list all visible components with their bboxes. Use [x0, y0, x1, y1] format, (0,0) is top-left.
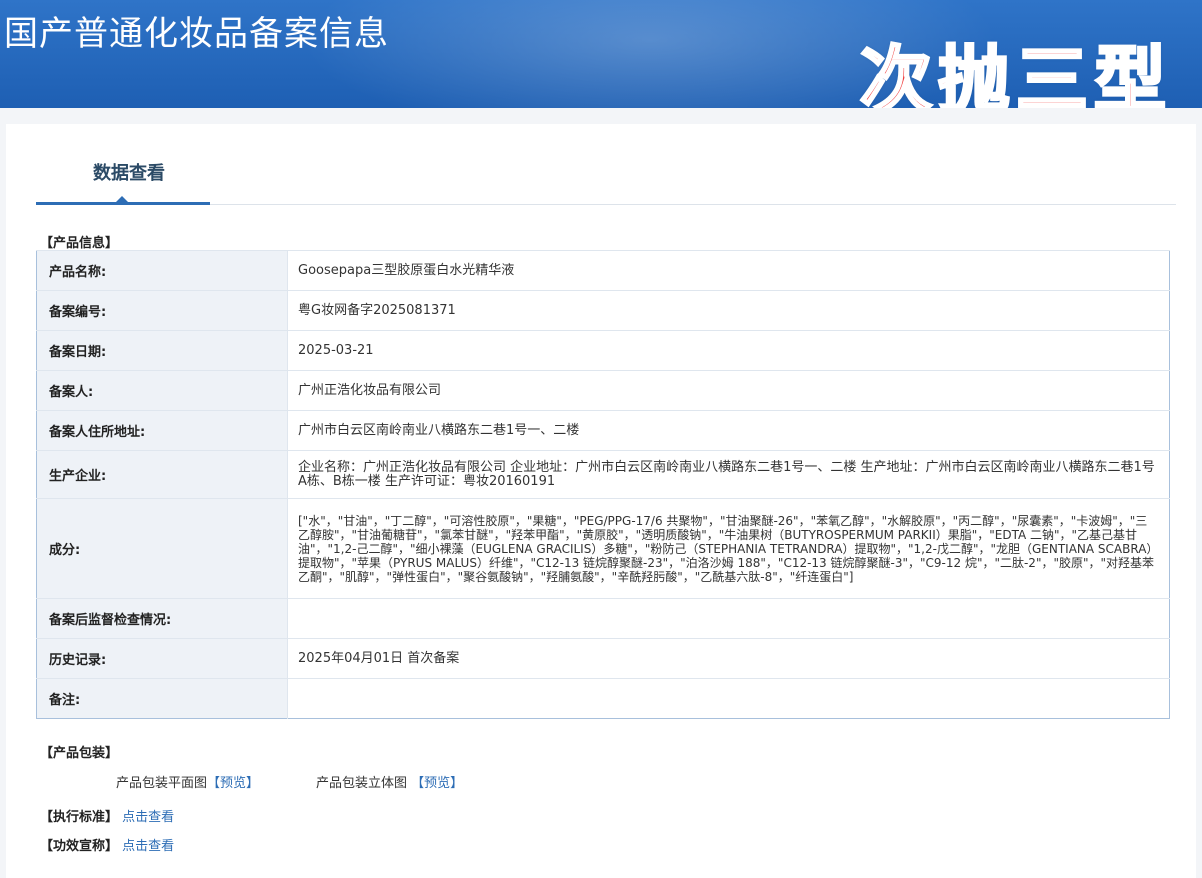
packaging-plan-preview-link[interactable]: 【预览】 — [207, 776, 259, 791]
section-title-packaging: 【产品包装】 — [40, 746, 119, 761]
packaging-plan-label: 产品包装平面图 — [116, 776, 208, 791]
packaging-solid-label: 产品包装立体图 — [316, 776, 408, 791]
packaging-plan-row: 产品包装平面图【预览】 — [116, 772, 259, 791]
table-row: 备案编号: 粤G妆网备字2025081371 — [36, 290, 1170, 331]
tab-active-indicator — [36, 202, 210, 205]
row-value — [287, 598, 1170, 639]
table-row: 历史记录: 2025年04月01日 首次备案 — [36, 638, 1170, 679]
standard-row: 【执行标准】 点击查看 — [40, 806, 174, 825]
tab-caret-icon — [116, 196, 128, 202]
row-label: 备案编号: — [36, 290, 288, 331]
section-title-efficacy: 【功效宣称】 — [40, 839, 119, 854]
row-label: 备注: — [36, 678, 288, 719]
row-label: 备案人: — [36, 370, 288, 411]
row-value-ingredients: ["水"，"甘油"，"丁二醇"，"可溶性胶原"，"果糖"，"PEG/PPG-17… — [287, 498, 1170, 599]
section-title-product-info: 【产品信息】 — [40, 236, 119, 251]
row-value: 企业名称：广州正浩化妆品有限公司 企业地址：广州市白云区南岭南业八横路东二巷1号… — [287, 450, 1170, 499]
row-value: 粤G妆网备字2025081371 — [287, 290, 1170, 331]
row-label: 备案后监督检查情况: — [36, 598, 288, 639]
row-value: 2025-03-21 — [287, 330, 1170, 371]
row-label: 备案日期: — [36, 330, 288, 371]
product-info-table: 产品名称: Goosepapa三型胶原蛋白水光精华液 备案编号: 粤G妆网备字2… — [36, 250, 1170, 719]
table-row: 成分: ["水"，"甘油"，"丁二醇"，"可溶性胶原"，"果糖"，"PEG/PP… — [36, 498, 1170, 599]
table-row: 备注: — [36, 678, 1170, 719]
row-value: 广州正浩化妆品有限公司 — [287, 370, 1170, 411]
row-label: 产品名称: — [36, 250, 288, 291]
section-title-standard: 【执行标准】 — [40, 810, 119, 825]
content-panel: 数据查看 【产品信息】 产品名称: Goosepapa三型胶原蛋白水光精华液 备… — [6, 124, 1196, 878]
row-label: 备案人住所地址: — [36, 410, 288, 451]
page-header: 国产普通化妆品备案信息 次抛三型 — [0, 0, 1202, 108]
row-label: 历史记录: — [36, 638, 288, 679]
table-row: 备案日期: 2025-03-21 — [36, 330, 1170, 371]
table-row: 生产企业: 企业名称：广州正浩化妆品有限公司 企业地址：广州市白云区南岭南业八横… — [36, 450, 1170, 499]
efficacy-view-link[interactable]: 点击查看 — [122, 839, 174, 854]
table-row: 备案人: 广州正浩化妆品有限公司 — [36, 370, 1170, 411]
row-label: 生产企业: — [36, 450, 288, 499]
packaging-solid-preview-link[interactable]: 【预览】 — [411, 776, 463, 791]
row-value — [287, 678, 1170, 719]
table-row: 产品名称: Goosepapa三型胶原蛋白水光精华液 — [36, 250, 1170, 291]
row-value: 广州市白云区南岭南业八横路东二巷1号一、二楼 — [287, 410, 1170, 451]
row-label: 成分: — [36, 498, 288, 599]
tab-data-view[interactable]: 数据查看 — [42, 154, 216, 204]
table-row: 备案人住所地址: 广州市白云区南岭南业八横路东二巷1号一、二楼 — [36, 410, 1170, 451]
table-row: 备案后监督检查情况: — [36, 598, 1170, 639]
row-value: Goosepapa三型胶原蛋白水光精华液 — [287, 250, 1170, 291]
site-title: 国产普通化妆品备案信息 — [4, 14, 389, 54]
packaging-solid-row: 产品包装立体图 【预览】 — [316, 772, 463, 791]
overlay-stamp-text: 次抛三型 — [858, 38, 1172, 109]
row-value: 2025年04月01日 首次备案 — [287, 638, 1170, 679]
standard-view-link[interactable]: 点击查看 — [122, 810, 174, 825]
efficacy-row: 【功效宣称】 点击查看 — [40, 835, 174, 854]
